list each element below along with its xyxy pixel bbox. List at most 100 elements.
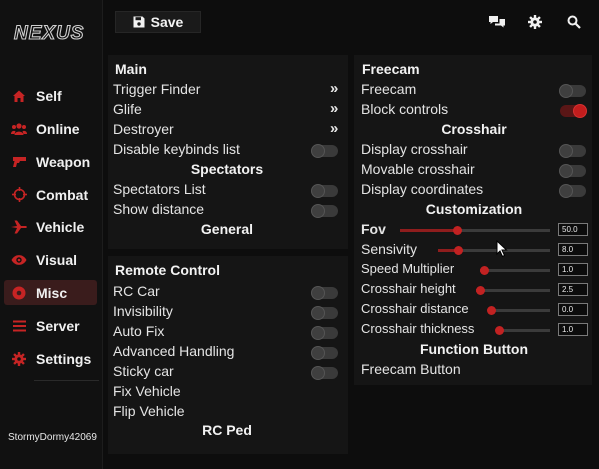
section-title-general: General [200,221,254,237]
advanced-handling-toggle[interactable] [311,346,338,360]
fov-value[interactable]: 50.0 [558,223,588,236]
sidebar-item-label: Server [36,317,80,334]
sidebar-item-settings[interactable]: Settings [4,346,97,371]
section-title-crosshair: Crosshair [441,121,507,137]
crosshair-height-value[interactable]: 2.5 [558,283,588,296]
sidebar-item-vehicle[interactable]: Vehicle [4,214,97,239]
section-title-rc-ped: RC Ped [202,422,252,438]
display-crosshair-toggle[interactable] [559,144,586,158]
sidebar-item-online[interactable]: Online [4,116,97,141]
freecam-toggle[interactable] [559,84,586,98]
disable-keybinds-label: Disable keybinds list [113,141,240,157]
crosshair-icon [11,187,27,203]
sidebar-item-combat[interactable]: Combat [4,182,97,207]
section-title-customization: Customization [425,201,523,217]
speed-multiplier-slider[interactable] [480,266,550,275]
glife-item[interactable]: Glife [113,101,142,117]
fov-slider[interactable] [400,226,550,235]
sidebar-item-visual[interactable]: Visual [4,247,97,272]
freecam-label: Freecam [361,81,417,97]
chevron-right-icon[interactable]: » [330,80,338,97]
sidebar-item-label: Vehicle [36,218,85,235]
sidebar-item-label: Weapon [36,153,91,170]
disable-keybinds-toggle[interactable] [311,144,338,158]
crosshair-height-slider[interactable] [476,286,550,295]
crosshair-distance-slider[interactable] [487,306,550,315]
misc-icon [11,285,27,301]
rc-car-toggle[interactable] [311,286,338,300]
sensivity-value[interactable]: 8.0 [558,243,588,256]
users-icon [11,121,27,137]
crosshair-thickness-value[interactable]: 1.0 [558,323,588,336]
fix-vehicle-button[interactable]: Fix Vehicle [113,383,181,399]
sidebar-item-server[interactable]: Server [4,313,97,338]
eye-icon [11,252,27,268]
crosshair-height-label: Crosshair height [361,281,456,296]
crosshair-distance-value[interactable]: 0.0 [558,303,588,316]
section-title-main: Main [115,61,147,77]
rc-car-label: RC Car [113,283,160,299]
username: StormyDormy42069 [8,432,97,443]
sidebar-item-label: Online [36,120,80,137]
block-controls-toggle[interactable] [560,104,587,118]
sticky-car-toggle[interactable] [311,366,338,380]
list-icon [11,318,27,334]
sidebar-item-label: Self [36,87,62,104]
advanced-handling-label: Advanced Handling [113,343,235,359]
sensivity-label: Sensivity [361,241,418,257]
block-controls-label: Block controls [361,101,449,117]
flip-vehicle-button[interactable]: Flip Vehicle [113,403,185,419]
chat-icon[interactable] [487,12,507,32]
spectators-list-toggle[interactable] [311,184,338,198]
sticky-car-label: Sticky car [113,363,174,379]
top-bar: Save [103,0,599,44]
svg-text:NEXUS: NEXUS [14,23,84,44]
plane-icon [11,219,27,235]
invisibility-label: Invisibility [113,303,173,319]
sidebar-item-label: Misc [36,284,68,301]
display-coordinates-toggle[interactable] [559,184,586,198]
show-distance-toggle[interactable] [311,204,338,218]
movable-crosshair-label: Movable crosshair [361,161,475,177]
crosshair-thickness-label: Crosshair thickness [361,321,475,336]
crosshair-thickness-slider[interactable] [495,326,550,335]
speed-multiplier-label: Speed Multiplier [361,261,455,276]
divider [34,380,99,381]
section-title-function-button: Function Button [419,341,529,357]
mouse-cursor-icon [496,240,508,258]
sidebar-item-misc[interactable]: Misc [4,280,97,305]
sidebar-item-label: Combat [36,186,89,203]
home-icon [11,88,27,104]
logo: NEXUS [13,22,84,44]
invisibility-toggle[interactable] [311,306,338,320]
fov-label: Fov [361,221,386,237]
display-crosshair-label: Display crosshair [361,141,468,157]
search-icon[interactable] [564,12,584,32]
gear-icon [11,351,27,367]
section-title-remote-control: Remote Control [115,262,220,278]
movable-crosshair-toggle[interactable] [559,164,586,178]
auto-fix-toggle[interactable] [311,326,338,340]
settings-icon[interactable] [525,12,545,32]
sidebar-item-label: Visual [36,251,77,268]
sidebar-item-label: Settings [36,350,92,367]
section-title-spectators: Spectators [190,161,264,177]
save-icon [133,16,145,28]
show-distance-label: Show distance [113,201,205,217]
section-title-freecam: Freecam [362,61,420,77]
sidebar-item-self[interactable]: Self [4,83,97,108]
trigger-finder-item[interactable]: Trigger Finder [113,81,200,97]
chevron-right-icon[interactable]: » [330,120,338,137]
sidebar-item-weapon[interactable]: Weapon [4,149,97,174]
sidebar: NEXUS Self Online Weapon Combat Vehicle [0,0,103,469]
save-button[interactable]: Save [115,11,201,33]
destroyer-item[interactable]: Destroyer [113,121,174,137]
chevron-right-icon[interactable]: » [330,100,338,117]
spectators-list-label: Spectators List [113,181,206,197]
speed-multiplier-value[interactable]: 1.0 [558,263,588,276]
freecam-button-item[interactable]: Freecam Button [361,361,461,377]
sensivity-slider[interactable] [438,246,550,255]
save-label: Save [150,14,184,30]
auto-fix-label: Auto Fix [113,323,165,339]
display-coordinates-label: Display coordinates [361,181,484,197]
